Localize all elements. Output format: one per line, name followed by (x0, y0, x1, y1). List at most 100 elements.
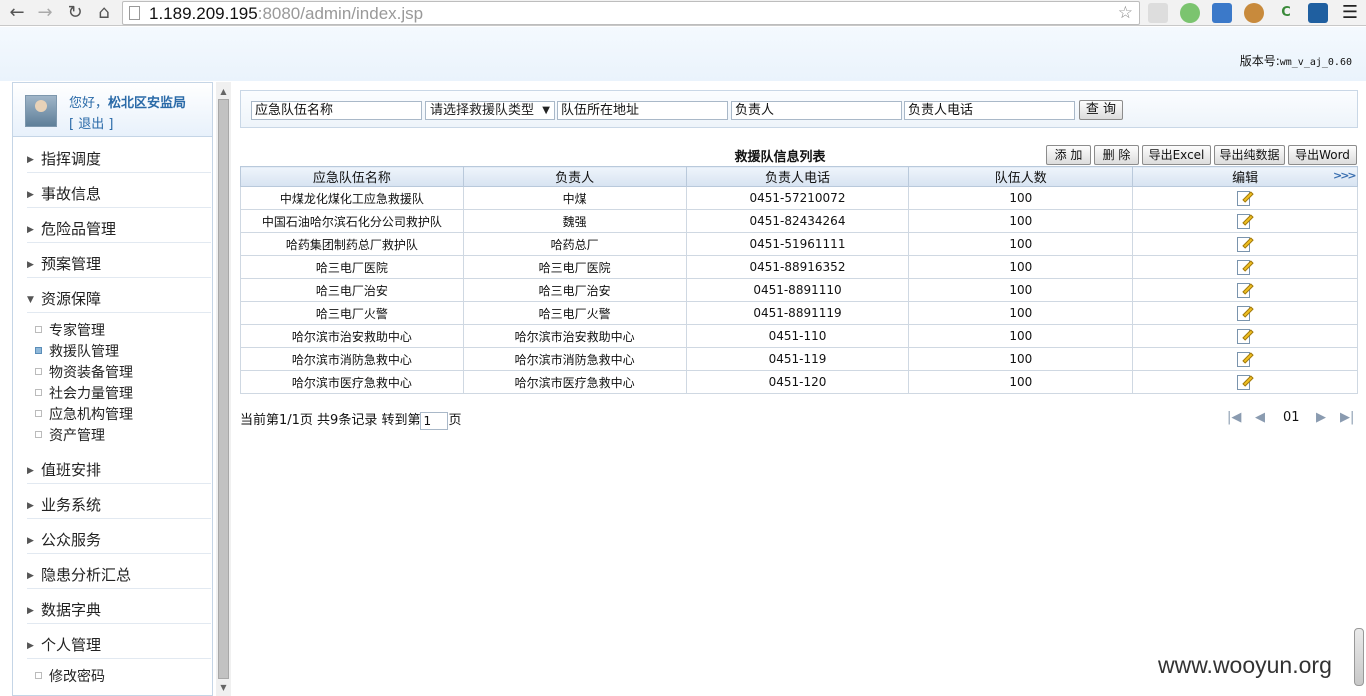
first-page-icon[interactable]: |◀ (1227, 410, 1241, 425)
leader-input[interactable]: 负责人 (731, 101, 902, 120)
prev-page-icon[interactable]: ◀ (1255, 410, 1265, 425)
table-cell: 哈三电厂医院 (240, 255, 464, 279)
home-icon[interactable]: ⌂ (93, 2, 115, 24)
table-cell: 哈尔滨市消防急救中心 (240, 347, 464, 371)
menu-dictionary[interactable]: ▶ 数据字典 (27, 596, 211, 624)
edit-cell (1132, 278, 1358, 302)
table-row[interactable]: 中煤龙化煤化工应急救援队 中煤 0451-57210072 100 (240, 186, 1358, 210)
menu-plans[interactable]: ▶ 预案管理 (27, 250, 211, 278)
table-cell: 0451-57210072 (685, 186, 910, 210)
col-leader[interactable]: 负责人 (462, 166, 687, 187)
sidebar-item-equipment[interactable]: 物资装备管理 (35, 363, 133, 383)
caret-right-icon: ▶ (27, 190, 34, 200)
table-cell: 100 (908, 255, 1134, 279)
back-icon[interactable]: ← (6, 2, 28, 24)
pager-suffix: 页 (448, 413, 462, 428)
edit-icon[interactable] (1236, 281, 1254, 299)
menu-label: 危险品管理 (41, 220, 117, 238)
add-button[interactable]: 添 加 (1046, 145, 1091, 165)
sidebar-item-social-forces[interactable]: 社会力量管理 (35, 384, 133, 404)
table-row[interactable]: 哈三电厂医院 哈三电厂医院 0451-88916352 100 (240, 255, 1358, 279)
table-row[interactable]: 哈三电厂火警 哈三电厂火警 0451-8891119 100 (240, 301, 1358, 325)
export-word-button[interactable]: 导出Word (1288, 145, 1357, 165)
menu-label: 数据字典 (41, 601, 102, 619)
table-cell: 100 (908, 186, 1134, 210)
scroll-down-icon[interactable]: ▼ (218, 682, 229, 694)
table-row[interactable]: 哈尔滨市消防急救中心 哈尔滨市消防急救中心 0451-119 100 (240, 347, 1358, 371)
bullet-icon (35, 431, 42, 438)
extension-icon-1[interactable] (1148, 3, 1168, 23)
table-cell: 哈尔滨市医疗急救中心 (240, 370, 464, 394)
delete-button[interactable]: 删 除 (1094, 145, 1139, 165)
team-type-select[interactable]: 请选择救援队类型 ▼ (425, 101, 555, 120)
reload-icon[interactable]: ↻ (64, 2, 86, 24)
export-excel-button[interactable]: 导出Excel (1142, 145, 1211, 165)
scroll-thumb[interactable] (218, 99, 229, 679)
edit-icon[interactable] (1236, 258, 1254, 276)
col-team-size[interactable]: 队伍人数 (908, 166, 1134, 187)
table-row[interactable]: 哈尔滨市治安救助中心 哈尔滨市治安救助中心 0451-110 100 (240, 324, 1358, 348)
select-value: 请选择救援队类型 (430, 103, 535, 118)
extension-icon-6[interactable] (1308, 3, 1328, 23)
sidebar-item-experts[interactable]: 专家管理 (35, 321, 105, 341)
sub-label: 物资装备管理 (49, 365, 133, 381)
expand-columns-icon[interactable]: >>> (1333, 169, 1357, 182)
extension-icon-2[interactable] (1180, 3, 1200, 23)
edit-icon[interactable] (1236, 212, 1254, 230)
bullet-icon (35, 410, 42, 417)
leader-phone-input[interactable]: 负责人电话 (904, 101, 1075, 120)
table-cell: 哈尔滨市医疗急救中心 (462, 370, 687, 394)
query-button[interactable]: 查 询 (1079, 100, 1123, 120)
address-bar[interactable]: 1.189.209.195:8080/admin/index.jsp ☆ (122, 1, 1140, 25)
table-row[interactable]: 哈三电厂治安 哈三电厂治安 0451-8891110 100 (240, 278, 1358, 302)
edit-icon[interactable] (1236, 327, 1254, 345)
scroll-up-icon[interactable]: ▲ (218, 86, 229, 98)
last-page-icon[interactable]: ▶| (1340, 410, 1354, 425)
team-name-input[interactable]: 应急队伍名称 (251, 101, 422, 120)
sidebar-item-assets[interactable]: 资产管理 (35, 426, 105, 446)
sidebar-item-change-password[interactable]: 修改密码 (35, 667, 105, 687)
menu-hazard-analysis[interactable]: ▶ 隐患分析汇总 (27, 561, 211, 589)
forward-icon[interactable]: → (34, 2, 56, 24)
table-cell: 100 (908, 370, 1134, 394)
watermark: www.wooyun.org (1158, 652, 1332, 678)
menu-duty[interactable]: ▶ 值班安排 (27, 456, 211, 484)
sidebar-item-agencies[interactable]: 应急机构管理 (35, 405, 133, 425)
table-row[interactable]: 中国石油哈尔滨石化分公司救护队 魏强 0451-82434264 100 (240, 209, 1358, 233)
table-row[interactable]: 哈尔滨市医疗急救中心 哈尔滨市医疗急救中心 0451-120 100 (240, 370, 1358, 394)
next-page-icon[interactable]: ▶ (1316, 410, 1326, 425)
menu-public-service[interactable]: ▶ 公众服务 (27, 526, 211, 554)
edit-icon[interactable] (1236, 350, 1254, 368)
extension-icon-3[interactable] (1212, 3, 1232, 23)
edit-icon[interactable] (1236, 189, 1254, 207)
table-row[interactable]: 哈药集团制药总厂救护队 哈药总厂 0451-51961111 100 (240, 232, 1358, 256)
edit-icon[interactable] (1236, 373, 1254, 391)
filter-bar: 应急队伍名称 请选择救援队类型 ▼ 队伍所在地址 负责人 负责人电话 查 询 (240, 90, 1358, 128)
col-leader-phone[interactable]: 负责人电话 (685, 166, 910, 187)
table-cell: 中国石油哈尔滨石化分公司救护队 (240, 209, 464, 233)
extension-icon-5[interactable]: C (1276, 3, 1296, 23)
menu-command-dispatch[interactable]: ▶ 指挥调度 (27, 145, 211, 173)
col-team-name[interactable]: 应急队伍名称 (240, 166, 464, 187)
menu-hazmat[interactable]: ▶ 危险品管理 (27, 215, 211, 243)
menu-icon[interactable]: ☰ (1340, 3, 1360, 23)
address-input[interactable]: 队伍所在地址 (557, 101, 728, 120)
edit-icon[interactable] (1236, 304, 1254, 322)
menu-business[interactable]: ▶ 业务系统 (27, 491, 211, 519)
table-cell: 哈尔滨市治安救助中心 (462, 324, 687, 348)
table-cell: 哈三电厂火警 (240, 301, 464, 325)
sub-label: 专家管理 (49, 323, 105, 339)
menu-personal[interactable]: ▶ 个人管理 (27, 631, 211, 659)
sidebar-item-rescue-teams[interactable]: 救援队管理 (35, 342, 119, 362)
logout-link[interactable]: [ 退出 ] (69, 113, 113, 132)
star-icon[interactable]: ☆ (1118, 3, 1133, 23)
export-data-button[interactable]: 导出纯数据 (1214, 145, 1285, 165)
avatar (25, 95, 57, 127)
edit-cell (1132, 232, 1358, 256)
menu-resources[interactable]: ▼ 资源保障 (27, 285, 211, 313)
edit-icon[interactable] (1236, 235, 1254, 253)
table-header-row: 应急队伍名称 负责人 负责人电话 队伍人数 编辑 (240, 166, 1358, 187)
menu-accident-info[interactable]: ▶ 事故信息 (27, 180, 211, 208)
page-number-input[interactable]: 1 (420, 411, 449, 430)
cookie-icon[interactable] (1244, 3, 1264, 23)
